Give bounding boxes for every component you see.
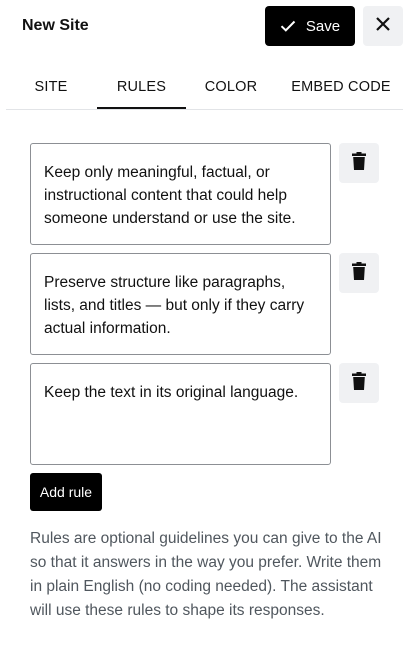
tab-site[interactable]: SITE [24, 66, 78, 109]
header: New Site Save [0, 0, 407, 54]
rules-help-text: Rules are optional guidelines you can gi… [30, 530, 382, 619]
close-icon [375, 16, 391, 37]
delete-rule-button[interactable] [339, 363, 379, 403]
trash-icon [352, 151, 366, 175]
close-button[interactable] [363, 6, 403, 46]
check-icon [280, 20, 296, 32]
tab-bar: SITE RULES COLOR EMBED CODE [6, 66, 403, 110]
rule-text-field[interactable]: Preserve structure like paragraphs, list… [30, 253, 331, 355]
tab-color[interactable]: COLOR [198, 66, 264, 109]
rule-text-field[interactable]: Keep the text in its original language. [30, 363, 331, 465]
delete-rule-button[interactable] [339, 143, 379, 183]
page-title: New Site [22, 17, 89, 34]
delete-rule-button[interactable] [339, 253, 379, 293]
add-rule-button[interactable]: Add rule [30, 473, 102, 511]
rule-text-field[interactable]: Keep only meaningful, factual, or instru… [30, 143, 331, 245]
trash-icon [352, 371, 366, 395]
tab-embed-code[interactable]: EMBED CODE [286, 66, 396, 109]
trash-icon [352, 261, 366, 285]
save-button-label: Save [305, 17, 341, 35]
save-button[interactable]: Save [265, 6, 355, 46]
tab-rules[interactable]: RULES [97, 66, 186, 109]
